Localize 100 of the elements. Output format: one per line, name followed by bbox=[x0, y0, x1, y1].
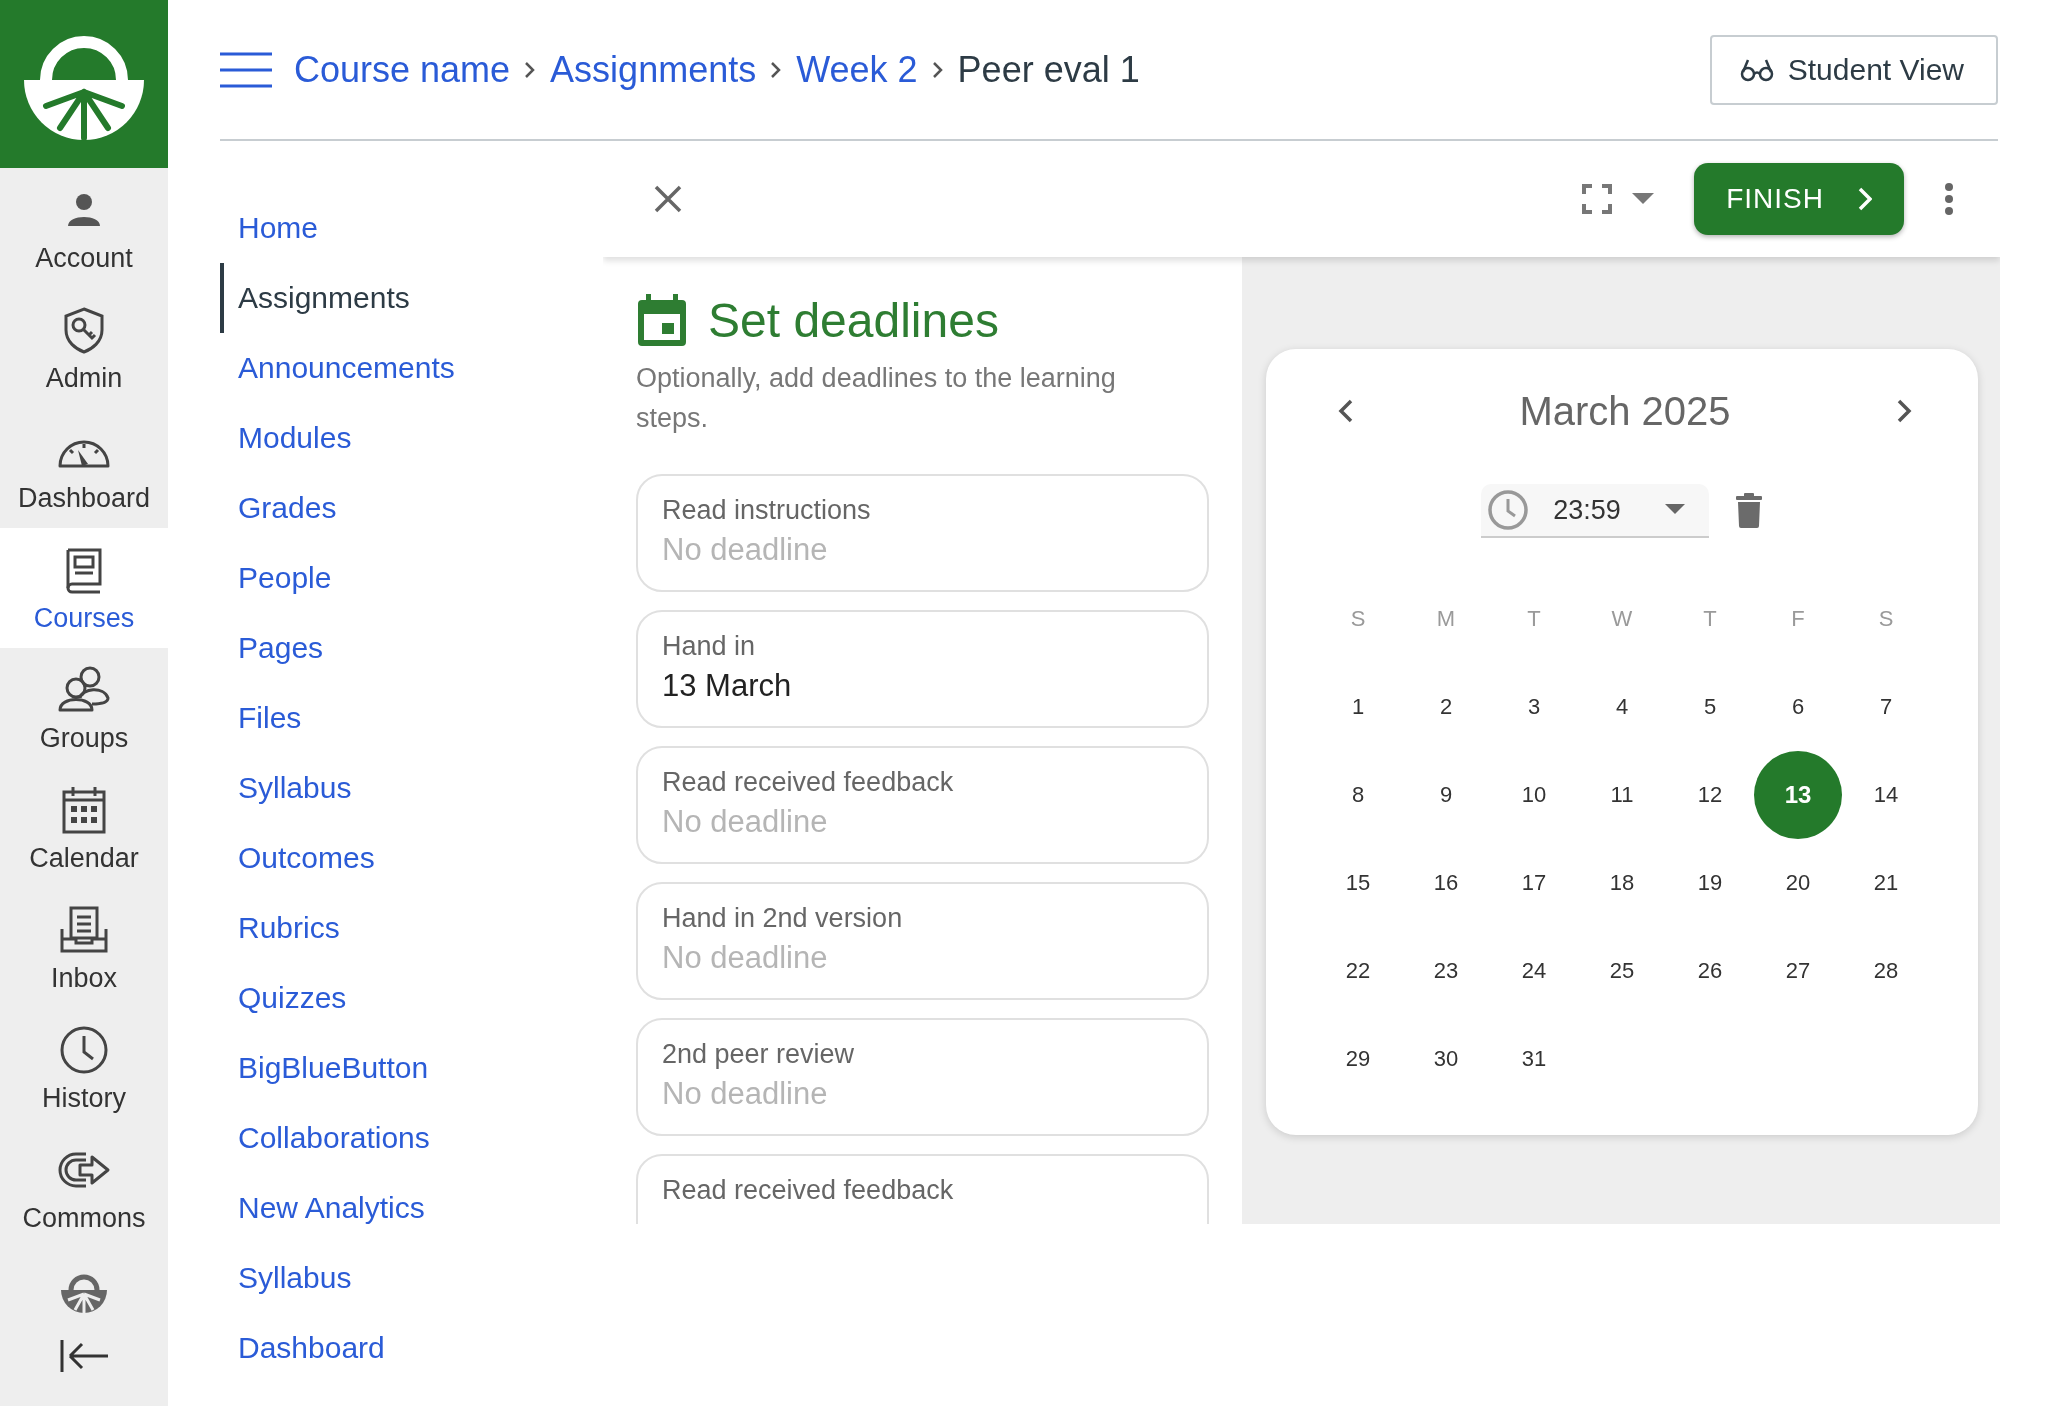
deadline-value: 13 March bbox=[662, 667, 793, 705]
step-label: Hand in 2nd version bbox=[662, 902, 904, 935]
step-label: Read instructions bbox=[662, 494, 872, 527]
deadline-card[interactable]: Read received feedback No deadline bbox=[636, 746, 1209, 864]
calendar-day[interactable]: 22 bbox=[1314, 927, 1402, 1015]
course-nav-link[interactable]: Collaborations bbox=[220, 1103, 440, 1173]
chevron-right-icon[interactable] bbox=[1896, 398, 1912, 424]
calendar-day[interactable]: 25 bbox=[1578, 927, 1666, 1015]
course-nav-link[interactable]: Assignments bbox=[220, 263, 420, 333]
weekday-label: W bbox=[1610, 605, 1634, 633]
calendar-day[interactable]: 29 bbox=[1314, 1015, 1402, 1103]
course-nav-link[interactable]: BigBlueButton bbox=[220, 1033, 439, 1103]
nav-item[interactable]: Account bbox=[0, 168, 168, 288]
course-nav-link[interactable]: Files bbox=[220, 683, 312, 753]
course-nav-link[interactable]: Outcomes bbox=[220, 823, 385, 893]
course-nav-link[interactable]: Home bbox=[220, 193, 329, 263]
logo[interactable] bbox=[0, 0, 168, 168]
course-nav-link[interactable]: Syllabus bbox=[220, 753, 362, 823]
calendar-day[interactable]: 13 bbox=[1754, 751, 1842, 839]
calendar-day[interactable]: 8 bbox=[1314, 751, 1402, 839]
course-nav-link[interactable]: Modules bbox=[220, 403, 362, 473]
course-nav-link[interactable]: New Analytics bbox=[220, 1173, 435, 1243]
calendar-day[interactable]: 2 bbox=[1402, 663, 1490, 751]
step-label: Hand in bbox=[662, 630, 757, 663]
weekday-label: T bbox=[1702, 605, 1718, 633]
nav-item[interactable]: Dashboard bbox=[0, 408, 168, 528]
course-nav-link[interactable]: People bbox=[220, 543, 342, 613]
calendar-day[interactable]: 16 bbox=[1402, 839, 1490, 927]
nav-item[interactable]: Groups bbox=[0, 648, 168, 768]
calendar-day[interactable]: 26 bbox=[1666, 927, 1754, 1015]
clock-icon bbox=[58, 1024, 110, 1076]
caret-down-icon[interactable] bbox=[1632, 193, 1655, 205]
course-nav-link[interactable]: Dashboard bbox=[220, 1313, 395, 1383]
breadcrumb-link[interactable]: Assignments bbox=[550, 48, 757, 91]
deadline-value: No deadline bbox=[662, 531, 829, 569]
student-view-button[interactable]: Student View bbox=[1709, 34, 1998, 105]
calendar-day[interactable]: 21 bbox=[1842, 839, 1930, 927]
weekday-label: S bbox=[1877, 605, 1895, 633]
calendar-day[interactable]: 17 bbox=[1490, 839, 1578, 927]
shield-key-icon bbox=[62, 306, 106, 354]
calendar-day[interactable]: 7 bbox=[1842, 663, 1930, 751]
calendar-day[interactable]: 9 bbox=[1402, 751, 1490, 839]
calendar-day[interactable]: 31 bbox=[1490, 1015, 1578, 1103]
step-label: Read received feedback bbox=[662, 766, 955, 799]
nav-item[interactable]: Commons bbox=[0, 1128, 168, 1248]
nav-item[interactable]: Admin bbox=[0, 288, 168, 408]
course-nav-link[interactable]: Pages bbox=[220, 613, 334, 683]
breadcrumb-link[interactable]: Course name bbox=[294, 48, 511, 91]
calendar-day[interactable]: 20 bbox=[1754, 839, 1842, 927]
calendar-day[interactable]: 11 bbox=[1578, 751, 1666, 839]
breadcrumb-link[interactable]: Week 2 bbox=[796, 48, 918, 91]
calendar-day[interactable]: 19 bbox=[1666, 839, 1754, 927]
course-nav-link[interactable]: Announcements bbox=[220, 333, 465, 403]
month-title: March 2025 bbox=[1519, 388, 1731, 434]
calendar-day[interactable]: 24 bbox=[1490, 927, 1578, 1015]
weekday-label: T bbox=[1526, 605, 1542, 633]
more-icon[interactable] bbox=[1944, 182, 1954, 216]
deadline-card[interactable]: Hand in 2nd version No deadline bbox=[636, 882, 1209, 1000]
trash-icon[interactable] bbox=[1734, 493, 1763, 529]
weekday-label: S bbox=[1349, 605, 1367, 633]
time-value: 23:59 bbox=[1553, 494, 1621, 526]
calendar-day[interactable]: 6 bbox=[1754, 663, 1842, 751]
calendar-day[interactable]: 15 bbox=[1314, 839, 1402, 927]
calendar-day[interactable]: 28 bbox=[1842, 927, 1930, 1015]
calendar-day[interactable]: 1 bbox=[1314, 663, 1402, 751]
course-nav-link[interactable]: Quizzes bbox=[220, 963, 357, 1033]
calendar-day[interactable]: 3 bbox=[1490, 663, 1578, 751]
menu-icon[interactable] bbox=[220, 51, 272, 88]
nav-item[interactable]: Inbox bbox=[0, 888, 168, 1008]
caret-down-icon bbox=[1664, 504, 1685, 516]
finish-button[interactable]: FINISH bbox=[1694, 163, 1904, 235]
calendar-day[interactable]: 23 bbox=[1402, 927, 1490, 1015]
course-nav-link[interactable]: Syllabus bbox=[220, 1243, 362, 1313]
calendar-day[interactable]: 14 bbox=[1842, 751, 1930, 839]
collapse-icon[interactable] bbox=[58, 1338, 110, 1374]
calendar-day[interactable]: 18 bbox=[1578, 839, 1666, 927]
calendar-day[interactable]: 5 bbox=[1666, 663, 1754, 751]
calendar-day[interactable]: 4 bbox=[1578, 663, 1666, 751]
nav-item[interactable]: Calendar bbox=[0, 768, 168, 888]
clock-icon bbox=[1487, 489, 1530, 531]
nav-item[interactable]: Courses bbox=[0, 528, 168, 648]
chevron-left-icon[interactable] bbox=[1338, 398, 1354, 424]
deadline-card[interactable]: Read instructions No deadline bbox=[636, 474, 1209, 592]
glasses-icon bbox=[1739, 57, 1774, 82]
nav-item[interactable]: History bbox=[0, 1008, 168, 1128]
deadline-card[interactable]: Read received feedback bbox=[636, 1154, 1209, 1224]
fullscreen-icon[interactable] bbox=[1582, 184, 1613, 214]
deadline-card[interactable]: Hand in 13 March bbox=[636, 610, 1209, 728]
time-field[interactable]: 23:59 bbox=[1481, 484, 1709, 538]
course-nav-link[interactable]: Grades bbox=[220, 473, 347, 543]
section-title: Set deadlines bbox=[708, 293, 999, 348]
deadline-card[interactable]: 2nd peer review No deadline bbox=[636, 1018, 1209, 1136]
calendar-day[interactable]: 27 bbox=[1754, 927, 1842, 1015]
calendar-day[interactable]: 30 bbox=[1402, 1015, 1490, 1103]
close-icon[interactable] bbox=[653, 184, 683, 214]
course-nav-link[interactable]: Rubrics bbox=[220, 893, 350, 963]
calendar-day[interactable]: 12 bbox=[1666, 751, 1754, 839]
calendar-icon bbox=[60, 784, 108, 836]
deadline-value: No deadline bbox=[662, 939, 829, 977]
calendar-day[interactable]: 10 bbox=[1490, 751, 1578, 839]
